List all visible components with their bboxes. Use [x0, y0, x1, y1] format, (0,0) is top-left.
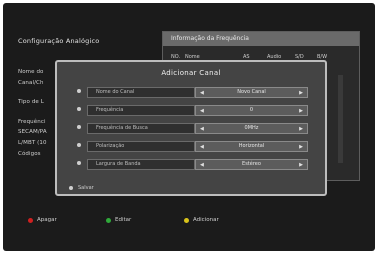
- bullet-icon: [77, 143, 81, 147]
- bandwidth-selector[interactable]: ◀ Estéreo ▶: [195, 159, 308, 170]
- tv-screen: Configuração Analógico Nome do Canal/Ch …: [3, 3, 375, 251]
- row-label: Polarização: [96, 143, 125, 149]
- left-label-3: Tipo de L: [18, 99, 44, 105]
- save-button[interactable]: Salvar: [69, 185, 94, 191]
- list-scrollbar[interactable]: [338, 75, 343, 163]
- frequency-panel-title: Informação da Frequência: [163, 32, 359, 46]
- row-label: Largura de Banda: [96, 161, 141, 167]
- row-search-frequency[interactable]: Frequência de Busca ◀ 0MHz ▶: [74, 123, 308, 134]
- polarization-selector[interactable]: ◀ Horizontal ▶: [195, 141, 308, 152]
- row-label: Frequência de Busca: [96, 125, 148, 131]
- row-polarization[interactable]: Polarização ◀ Horizontal ▶: [74, 141, 308, 152]
- left-label-4: Frequênci: [18, 119, 46, 125]
- channel-name-selector[interactable]: ◀ Novo Canal ▶: [195, 87, 308, 98]
- edit-button[interactable]: Editar: [106, 217, 132, 223]
- search-frequency-selector[interactable]: ◀ 0MHz ▶: [195, 123, 308, 134]
- row-frequency[interactable]: Frequência ◀ 0 ▶: [74, 105, 308, 116]
- row-label: Nome do Canal: [96, 89, 135, 95]
- left-label-6: L/MBT (10: [18, 140, 47, 146]
- green-key-icon: [106, 218, 111, 223]
- row-value: Horizontal: [238, 143, 265, 149]
- arrow-right-icon[interactable]: ▶: [299, 126, 303, 132]
- add-button[interactable]: Adicionar: [184, 217, 219, 223]
- left-label-5: SECAM/PA: [18, 129, 47, 135]
- row-value: 0: [249, 107, 254, 113]
- bullet-icon: [69, 186, 73, 190]
- row-value: Novo Canal: [237, 89, 266, 95]
- bullet-icon: [77, 161, 81, 165]
- left-label-2: Canal/Ch: [18, 80, 44, 86]
- bullet-icon: [77, 125, 81, 129]
- dialog-title: Adicionar Canal: [161, 69, 221, 77]
- row-value: 0MHz: [244, 125, 259, 131]
- arrow-right-icon[interactable]: ▶: [299, 90, 303, 96]
- add-channel-dialog: Adicionar Canal Nome do Canal ◀ Novo Can…: [55, 60, 327, 196]
- delete-label: Apagar: [37, 217, 57, 223]
- row-value: Estéreo: [242, 161, 261, 167]
- yellow-key-icon: [184, 218, 189, 223]
- save-label: Salvar: [78, 185, 94, 191]
- add-label: Adicionar: [193, 217, 219, 223]
- screen-title: Configuração Analógico: [18, 37, 100, 45]
- row-channel-name[interactable]: Nome do Canal ◀ Novo Canal ▶: [74, 87, 308, 98]
- bullet-icon: [77, 89, 81, 93]
- arrow-right-icon[interactable]: ▶: [299, 162, 303, 168]
- row-bandwidth[interactable]: Largura de Banda ◀ Estéreo ▶: [74, 159, 308, 170]
- row-label: Frequência: [96, 107, 124, 113]
- arrow-right-icon[interactable]: ▶: [299, 144, 303, 150]
- arrow-right-icon[interactable]: ▶: [299, 108, 303, 114]
- red-key-icon: [28, 218, 33, 223]
- delete-button[interactable]: Apagar: [28, 217, 57, 223]
- left-label-1: Nome do: [18, 69, 44, 75]
- bullet-icon: [77, 107, 81, 111]
- edit-label: Editar: [115, 217, 132, 223]
- frequency-selector[interactable]: ◀ 0 ▶: [195, 105, 308, 116]
- left-label-7: Códigos: [18, 151, 41, 157]
